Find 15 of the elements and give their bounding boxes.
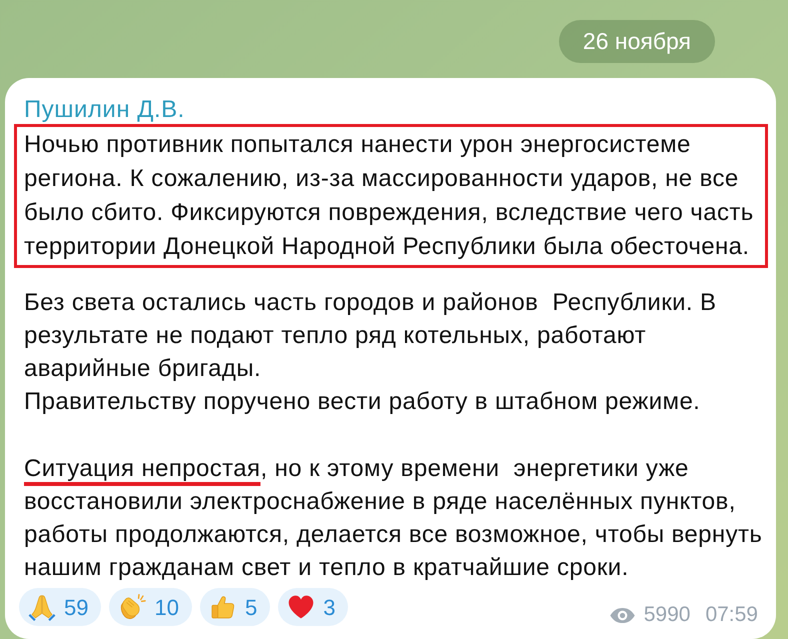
view-count: 5990 [644,602,690,628]
message-paragraph: Без света остались часть городов и районов Республики. В результате не подают тепло ряд котельных, работают аварийные бригады. Правительству поручено вести работу в штабном режиме. [23,288,718,417]
reaction-button[interactable]: 5 [200,588,270,626]
message-time: 07:59 [705,602,758,628]
reaction-button[interactable]: 3 [278,588,348,626]
message-paragraph: Ситуация непростая, но к этому времени энергетики уже восстановили электроснабжение в ряде населённых пунктов, работы продолжаются, делается все возможное, чтобы вернуть нашим гражданам свет и тепло в кратчайшие сроки. [23,454,764,583]
highlighted-paragraph: Ночью противник попытался нанести урон энергосистеме региона. К сожалению, из-за массированности ударов, не все было сбито. Фиксируются повреждения, вследствие чего часть территории Донецкой Народной Республики была обесточена. [14,124,768,268]
author-name[interactable]: Пушилин Д.В. [14,96,185,124]
reaction-button[interactable]: 10 [109,588,192,626]
eye-icon [608,606,636,624]
heart-icon [287,593,316,621]
praying-hands-icon [28,593,56,621]
date-badge: 26 ноября [558,20,715,63]
reaction-button[interactable]: 59 [19,588,102,626]
clapping-hands-icon [118,593,146,621]
